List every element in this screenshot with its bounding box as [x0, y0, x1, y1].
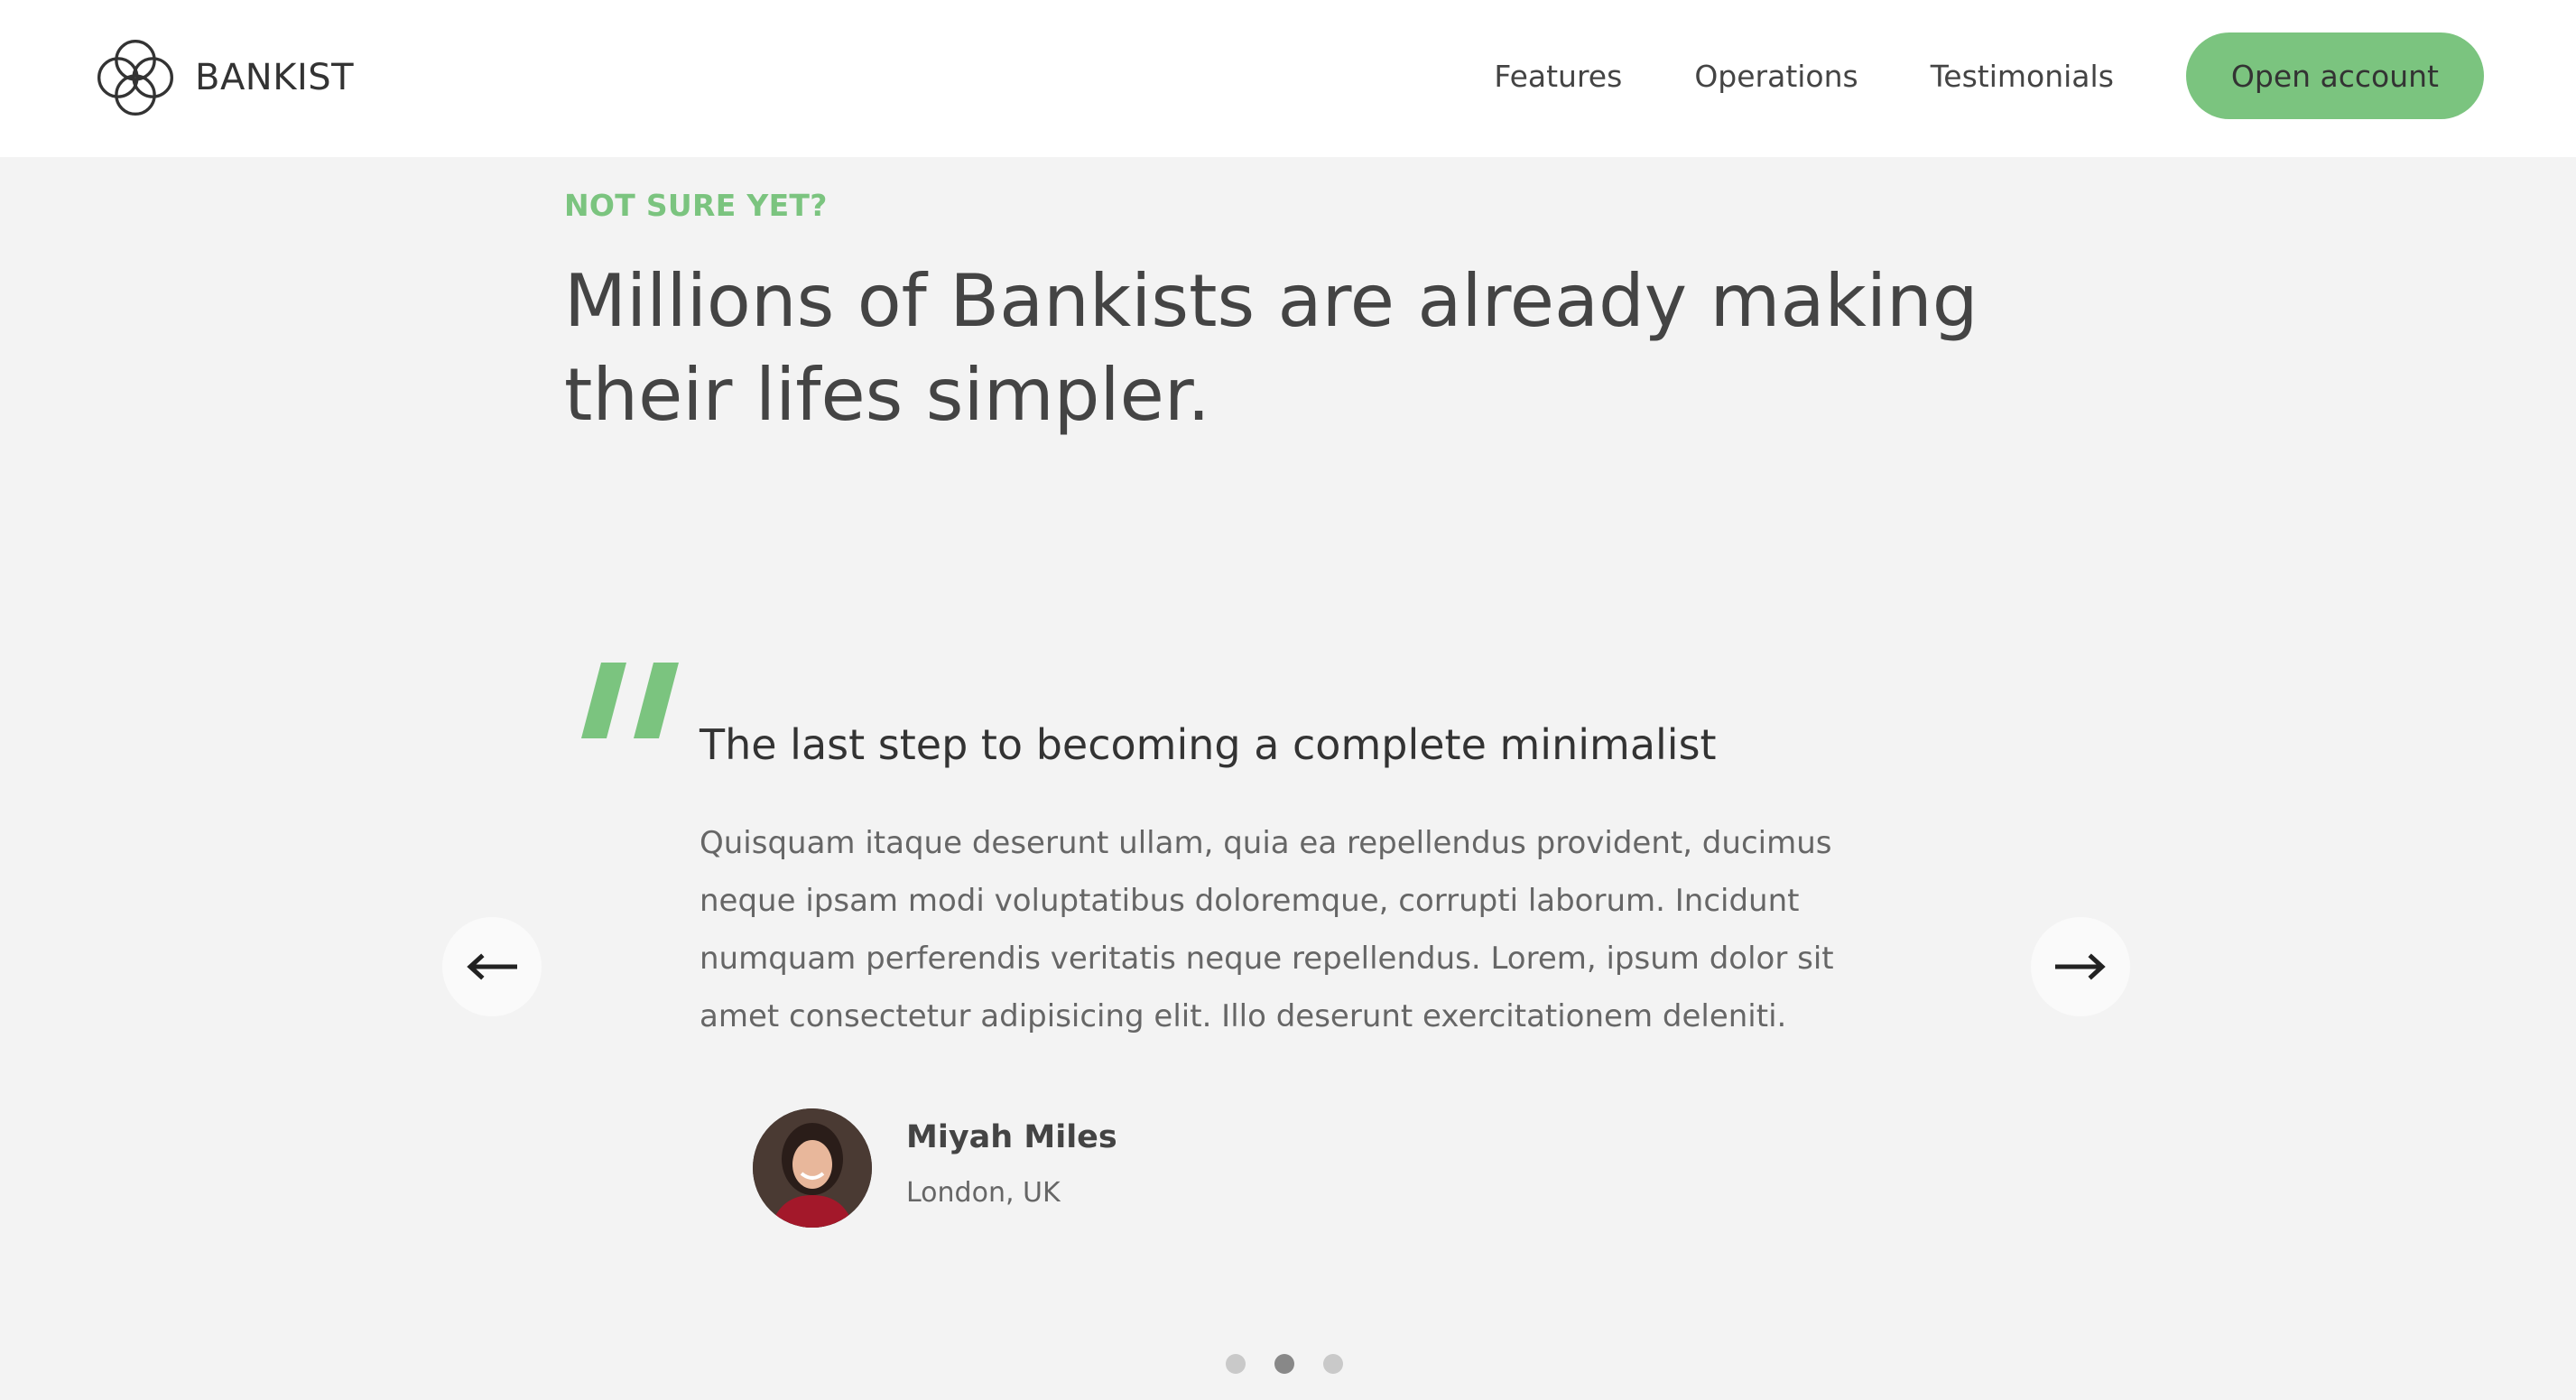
nav-link-operations[interactable]: Operations	[1694, 59, 1858, 94]
brand[interactable]: BANKIST	[92, 32, 354, 123]
open-account-button[interactable]: Open account	[2185, 32, 2484, 119]
avatar	[753, 1108, 872, 1228]
nav-link-testimonials[interactable]: Testimonials	[1931, 59, 2114, 94]
author-name: Miyah Miles	[906, 1119, 1117, 1155]
testimonial-title: The last step to becoming a complete min…	[700, 720, 1717, 769]
brand-name: BANKIST	[195, 57, 355, 98]
slider-dot-1[interactable]	[1226, 1354, 1246, 1374]
navbar: BANKIST Features Operations Testimonials…	[0, 0, 2576, 157]
slider-dots	[1226, 1354, 1372, 1374]
slider-prev-button[interactable]	[442, 917, 542, 1016]
section-label: NOT SURE YET?	[564, 188, 828, 223]
author-location: London, UK	[906, 1177, 1061, 1209]
headline-line-1: Millions of Bankists are already making	[564, 259, 1978, 343]
avatar-image	[753, 1108, 872, 1228]
slider-dot-3[interactable]	[1323, 1354, 1343, 1374]
headline-line-2: their lifes simpler.	[564, 353, 1210, 437]
arrow-right-icon	[2055, 953, 2106, 980]
arrow-left-icon	[467, 953, 517, 980]
testimonial-text: Quisquam itaque deserunt ullam, quia ea …	[700, 825, 1834, 1034]
slider-dot-2[interactable]	[1274, 1354, 1294, 1374]
bankist-logo-icon	[97, 40, 173, 116]
quote-icon	[581, 663, 679, 738]
section-headline: Millions of Bankists are already making …	[564, 255, 2099, 442]
nav-links: Features Operations Testimonials Open ac…	[1494, 32, 2484, 119]
nav-link-features[interactable]: Features	[1494, 59, 1622, 94]
slider-next-button[interactable]	[2031, 917, 2130, 1016]
